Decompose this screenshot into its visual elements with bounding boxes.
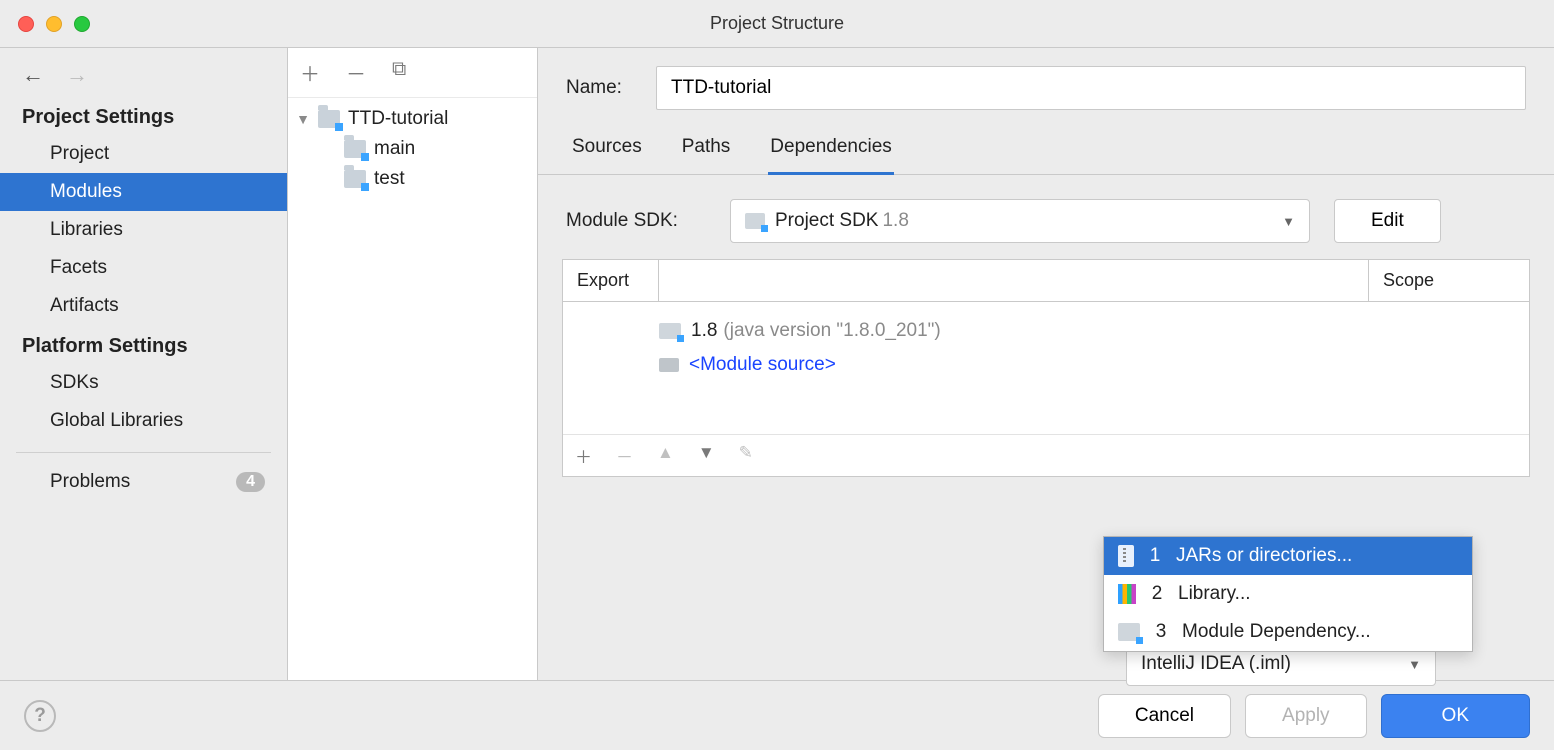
sdk-icon — [745, 213, 765, 229]
module-tree-panel: ＋ － ⧉ ▼ TTD-tutorial main test — [288, 48, 538, 680]
problems-label: Problems — [50, 471, 130, 493]
popup-item-number: 2 — [1150, 583, 1164, 605]
help-button[interactable]: ? — [24, 700, 56, 732]
sidebar-item-libraries[interactable]: Libraries — [0, 211, 287, 249]
module-tabs: Sources Paths Dependencies — [538, 120, 1554, 175]
storage-format-value: IntelliJ IDEA (.iml) — [1141, 653, 1291, 675]
chevron-down-icon: ▼ — [1408, 657, 1421, 672]
tab-dependencies[interactable]: Dependencies — [768, 130, 893, 175]
popup-item-number: 3 — [1154, 621, 1168, 643]
dependencies-toolbar: ＋ － ▲ ▼ ✎ — [563, 434, 1529, 476]
sdk-value-prefix: Project SDK — [775, 210, 878, 232]
back-icon[interactable]: ← — [22, 62, 44, 88]
move-up-icon[interactable]: ▲ — [657, 443, 674, 468]
section-project-settings: Project Settings — [0, 96, 287, 135]
popup-item-label: JARs or directories... — [1176, 545, 1352, 567]
remove-dependency-icon[interactable]: － — [616, 443, 633, 468]
popup-item-module-dependency[interactable]: 3 Module Dependency... — [1104, 613, 1472, 651]
module-icon — [1118, 623, 1140, 641]
popup-item-label: Library... — [1178, 583, 1251, 605]
module-icon — [344, 140, 366, 158]
popup-item-label: Module Dependency... — [1182, 621, 1371, 643]
divider — [16, 452, 271, 453]
dependency-row-module-source[interactable]: <Module source> — [659, 348, 1517, 382]
dep-label: 1.8 — [691, 320, 717, 342]
tab-sources[interactable]: Sources — [570, 130, 644, 174]
chevron-down-icon[interactable]: ▼ — [296, 111, 310, 127]
edit-sdk-button[interactable]: Edit — [1334, 199, 1441, 243]
sidebar-item-project[interactable]: Project — [0, 135, 287, 173]
library-icon — [1118, 584, 1136, 604]
dep-label: <Module source> — [689, 354, 836, 376]
tree-node-label: main — [374, 138, 415, 160]
module-tree-toolbar: ＋ － ⧉ — [288, 48, 537, 98]
apply-button[interactable]: Apply — [1245, 694, 1367, 738]
dep-label-suffix: (java version "1.8.0_201") — [723, 320, 940, 342]
module-sdk-select[interactable]: Project SDK 1.8 ▼ — [730, 199, 1310, 243]
tree-node-main[interactable]: main — [294, 134, 531, 164]
module-sdk-label: Module SDK: — [566, 210, 706, 232]
section-platform-settings: Platform Settings — [0, 325, 287, 364]
sidebar-item-facets[interactable]: Facets — [0, 249, 287, 287]
chevron-down-icon: ▼ — [1282, 214, 1295, 229]
module-tree: ▼ TTD-tutorial main test — [288, 98, 537, 200]
module-icon — [318, 110, 340, 128]
popup-item-library[interactable]: 2 Library... — [1104, 575, 1472, 613]
tree-node-label: test — [374, 168, 405, 190]
window-title: Project Structure — [0, 13, 1554, 34]
add-dependency-popup: 1 JARs or directories... 2 Library... 3 … — [1103, 536, 1473, 652]
sidebar-item-artifacts[interactable]: Artifacts — [0, 287, 287, 325]
tree-node-test[interactable]: test — [294, 164, 531, 194]
col-name — [659, 260, 1369, 302]
sidebar-item-problems[interactable]: Problems 4 — [0, 465, 287, 499]
dependencies-table: Export Scope 1.8 (java version "1.8.0_20… — [562, 259, 1530, 477]
sdk-value-suffix: 1.8 — [882, 210, 908, 232]
edit-dependency-icon[interactable]: ✎ — [739, 443, 753, 468]
settings-sidebar: ← → Project Settings Project Modules Lib… — [0, 48, 288, 680]
history-nav: ← → — [0, 48, 287, 96]
copy-icon[interactable]: ⧉ — [392, 58, 406, 87]
tree-node-root[interactable]: ▼ TTD-tutorial — [294, 104, 531, 134]
module-icon — [344, 170, 366, 188]
source-icon — [659, 358, 679, 372]
popup-item-jars[interactable]: 1 JARs or directories... — [1104, 537, 1472, 575]
popup-item-number: 1 — [1148, 545, 1162, 567]
forward-icon[interactable]: → — [66, 62, 88, 88]
add-dependency-icon[interactable]: ＋ — [575, 443, 592, 468]
archive-icon — [1118, 545, 1134, 567]
col-export: Export — [563, 260, 659, 302]
dependency-row-sdk[interactable]: 1.8 (java version "1.8.0_201") — [659, 314, 1517, 348]
sidebar-item-modules[interactable]: Modules — [0, 173, 287, 211]
col-scope: Scope — [1369, 260, 1529, 302]
titlebar: Project Structure — [0, 0, 1554, 48]
module-name-input[interactable] — [656, 66, 1526, 110]
sidebar-item-global-libraries[interactable]: Global Libraries — [0, 402, 287, 440]
move-down-icon[interactable]: ▼ — [698, 443, 715, 468]
add-icon[interactable]: ＋ — [300, 58, 320, 87]
cancel-button[interactable]: Cancel — [1098, 694, 1231, 738]
module-content: Name: Sources Paths Dependencies Module … — [538, 48, 1554, 680]
sidebar-item-sdks[interactable]: SDKs — [0, 364, 287, 402]
ok-button[interactable]: OK — [1381, 694, 1530, 738]
problems-count-badge: 4 — [236, 472, 265, 492]
name-label: Name: — [566, 77, 634, 99]
dependencies-header: Export Scope — [563, 260, 1529, 302]
sdk-icon — [659, 323, 681, 339]
tab-paths[interactable]: Paths — [680, 130, 733, 174]
remove-icon[interactable]: － — [346, 58, 366, 87]
tree-node-label: TTD-tutorial — [348, 108, 448, 130]
